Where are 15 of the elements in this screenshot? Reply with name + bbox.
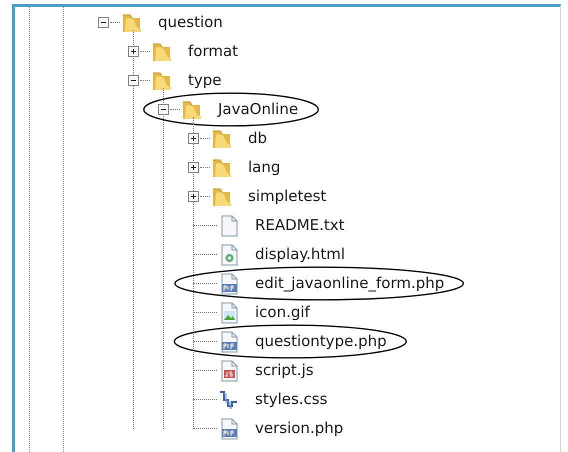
- tree-item-label[interactable]: lang: [248, 156, 280, 179]
- tree-item-label[interactable]: type: [188, 69, 222, 92]
- tree-item-label[interactable]: script.js: [255, 359, 314, 382]
- tree-item-label[interactable]: styles.css: [255, 388, 328, 411]
- tree-item-label[interactable]: edit_javaonline_form.php: [255, 272, 444, 295]
- tree-item-label[interactable]: question: [158, 11, 223, 34]
- tree-item-label[interactable]: version.php: [255, 417, 344, 440]
- tree-item-label[interactable]: format: [188, 40, 238, 63]
- tree-item-label[interactable]: JavaOnline: [218, 98, 298, 121]
- tree-item-label[interactable]: db: [248, 127, 268, 150]
- tree-item-label[interactable]: icon.gif: [255, 301, 310, 324]
- tree-item-label[interactable]: questiontype.php: [255, 330, 387, 353]
- tree-item-label[interactable]: display.html: [255, 243, 346, 266]
- tree-item-label[interactable]: README.txt: [255, 214, 345, 237]
- tree-item-label[interactable]: simpletest: [248, 185, 326, 208]
